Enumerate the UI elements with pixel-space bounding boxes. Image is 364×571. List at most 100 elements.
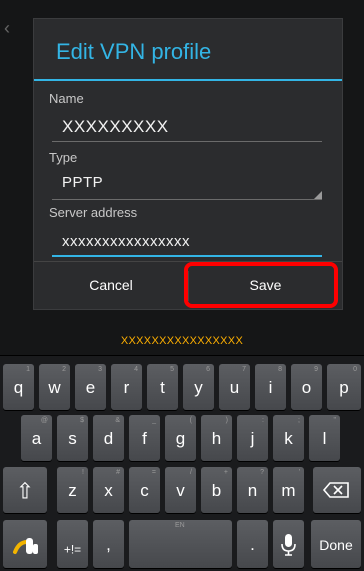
key-z[interactable]: ! z [57, 467, 88, 513]
key-label: j [250, 429, 255, 448]
key-t[interactable]: 5t [147, 364, 178, 410]
key-w[interactable]: 2w [39, 364, 70, 410]
cancel-button[interactable]: Cancel [34, 262, 188, 308]
key-r[interactable]: 4r [111, 364, 142, 410]
backspace-icon [322, 482, 349, 498]
mic-key[interactable] [273, 520, 304, 568]
key-label: e [85, 378, 96, 397]
key-s[interactable]: $ s [57, 415, 88, 461]
key-sub: 8 [278, 366, 282, 373]
key-sub: 9 [314, 366, 318, 373]
key-g[interactable]: (g [165, 415, 196, 461]
key-e[interactable]: 3e [75, 364, 106, 410]
comma-label: , [106, 535, 111, 554]
key-o[interactable]: 9o [291, 364, 322, 410]
key-sub: @ [40, 417, 48, 424]
key-j[interactable]: :j [237, 415, 268, 461]
symbols-label: +!= [63, 542, 82, 557]
type-spinner[interactable]: PPTP [62, 174, 103, 191]
key-sub: ! [82, 469, 84, 476]
key-p[interactable]: 0p [327, 364, 361, 410]
key-h[interactable]: ) h [201, 415, 232, 461]
name-label: Name [49, 91, 84, 106]
spinner-corner-icon [314, 191, 322, 199]
language-label: EN [175, 522, 185, 529]
key-label: u [229, 378, 240, 397]
key-label: r [123, 378, 130, 397]
key-n[interactable]: ? n [237, 467, 268, 513]
type-label: Type [49, 150, 78, 165]
server-address-label: Server address [49, 205, 138, 220]
key-k[interactable]: ; k [273, 415, 304, 461]
key-sub: ) [225, 417, 228, 424]
key-a[interactable]: @ a [21, 415, 52, 461]
key-sub: 2 [62, 366, 66, 373]
done-key[interactable]: Done [311, 520, 361, 568]
key-b[interactable]: + b [201, 467, 232, 513]
shift-key[interactable]: ⇧ [3, 467, 47, 513]
key-q[interactable]: 1q [3, 364, 34, 410]
title-divider [34, 79, 342, 81]
key-u[interactable]: 7u [219, 364, 250, 410]
key-label: g [175, 429, 186, 448]
key-i[interactable]: 8i [255, 364, 286, 410]
key-sub: + [223, 469, 228, 476]
key-label: q [13, 378, 24, 397]
key-label: x [104, 481, 113, 500]
key-label: y [194, 378, 203, 397]
key-label: c [140, 481, 149, 500]
type-spinner-underline [52, 199, 322, 200]
key-f[interactable]: _ f [129, 415, 160, 461]
key-label: i [268, 378, 273, 397]
save-highlight-box [184, 262, 338, 308]
key-label: h [211, 429, 222, 448]
microphone-icon [281, 534, 296, 556]
key-label: l [322, 429, 327, 448]
key-sub: & [115, 417, 120, 424]
space-key[interactable]: EN [129, 520, 232, 568]
key-label: w [48, 378, 61, 397]
key-sub: $ [80, 417, 84, 424]
key-sub: # [116, 469, 120, 476]
key-label: k [284, 429, 293, 448]
key-m[interactable]: ' m [273, 467, 304, 513]
key-d[interactable]: & d [93, 415, 124, 461]
suggestion-bar[interactable]: XXXXXXXXXXXXXXXX [0, 326, 364, 356]
period-key[interactable]: . [237, 520, 268, 568]
key-sub: " [333, 417, 337, 424]
key-sub: / [190, 469, 192, 476]
back-icon: ‹ [4, 18, 10, 38]
key-label: s [68, 429, 77, 448]
key-label: n [247, 481, 258, 500]
symbols-key[interactable]: +!= [57, 520, 88, 568]
key-sub: 4 [134, 366, 138, 373]
backspace-key[interactable] [313, 467, 361, 513]
key-sub: ( [189, 417, 192, 424]
key-label: o [301, 378, 312, 397]
key-c[interactable]: = c [129, 467, 160, 513]
key-sub: _ [152, 417, 156, 424]
key-sub: 5 [170, 366, 174, 373]
key-l[interactable]: " l [309, 415, 340, 461]
key-sub: : [262, 417, 264, 424]
key-label: v [176, 481, 185, 500]
key-sub: ; [298, 417, 300, 424]
key-v[interactable]: / v [165, 467, 196, 513]
key-label: f [142, 429, 147, 448]
server-address-field[interactable]: xxxxxxxxxxxxxxxx [62, 233, 190, 250]
key-label: b [211, 481, 222, 500]
key-label: m [281, 481, 296, 500]
key-y[interactable]: 6y [183, 364, 214, 410]
key-label: z [68, 481, 77, 500]
key-x[interactable]: # x [93, 467, 124, 513]
name-field[interactable]: XXXXXXXXX [62, 117, 169, 137]
key-label: a [31, 429, 42, 448]
server-address-underline [52, 255, 322, 257]
comma-key[interactable]: , [93, 520, 124, 568]
key-sub: 7 [242, 366, 246, 373]
done-label: Done [319, 536, 353, 553]
key-sub: 0 [353, 366, 357, 373]
swype-key[interactable] [3, 520, 47, 568]
key-sub: ' [298, 469, 300, 476]
shift-icon: ⇧ [15, 478, 35, 504]
